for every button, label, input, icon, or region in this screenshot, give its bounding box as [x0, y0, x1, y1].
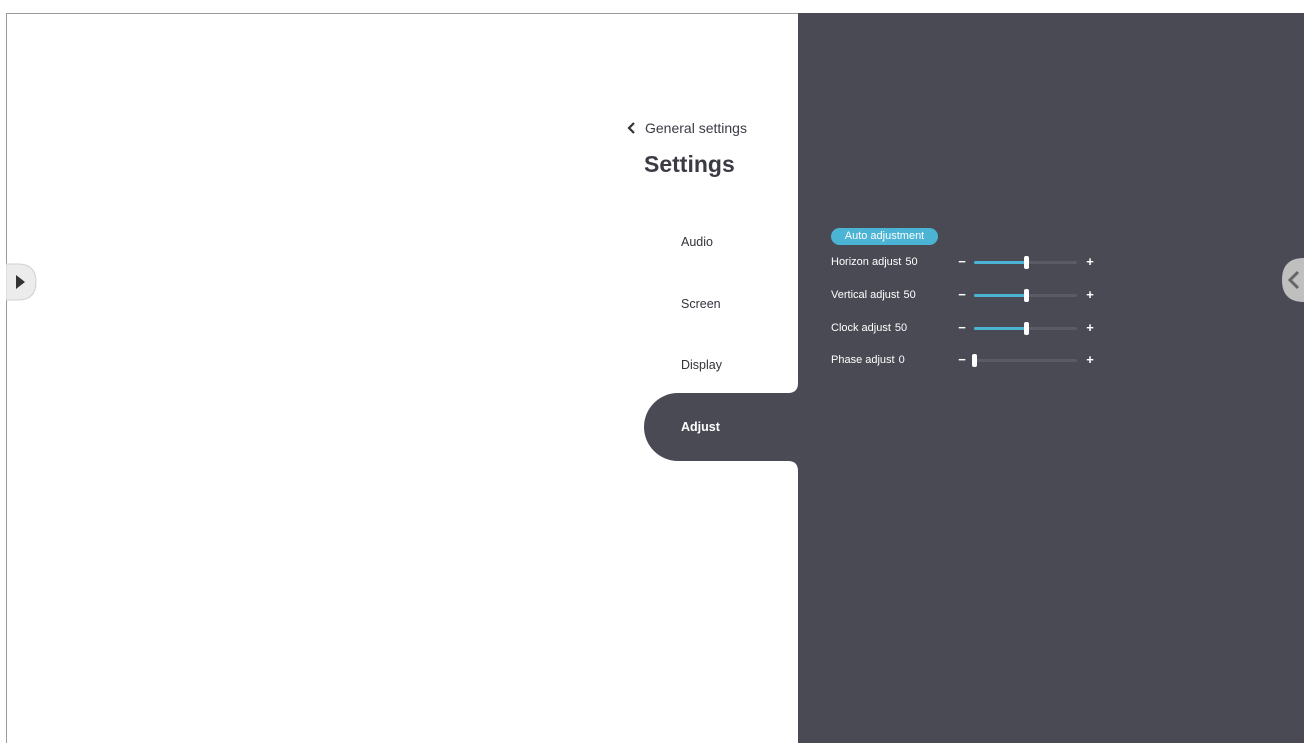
menu-item-adjust[interactable]: Adjust	[681, 420, 720, 434]
clock-decrease-button[interactable]: −	[957, 320, 967, 336]
menu-item-screen[interactable]: Screen	[681, 297, 721, 311]
vertical-adjust-value: 50	[903, 289, 916, 301]
clock-adjust-value: 50	[894, 322, 908, 334]
vertical-adjust-row: Vertical adjust 50 − +	[831, 287, 1101, 303]
slider-fill	[974, 327, 1026, 330]
horizon-adjust-row: Horizon adjust 50 − +	[831, 254, 1101, 270]
phase-increase-button[interactable]: +	[1084, 352, 1096, 368]
back-label: General settings	[645, 120, 747, 136]
clock-adjust-row: Clock adjust 50 − +	[831, 320, 1101, 336]
horizon-decrease-button[interactable]: −	[957, 254, 967, 270]
phase-adjust-value: 0	[898, 354, 905, 366]
adjust-panel	[798, 13, 1304, 743]
vertical-decrease-button[interactable]: −	[957, 287, 967, 303]
phase-adjust-slider[interactable]	[972, 354, 1077, 367]
vertical-adjust-slider[interactable]	[974, 289, 1077, 302]
frame-left-border	[6, 13, 7, 743]
back-button[interactable]: General settings	[625, 118, 747, 138]
menu-item-audio[interactable]: Audio	[681, 235, 713, 249]
vertical-adjust-label: Vertical adjust 50	[831, 289, 916, 301]
active-tab-shape	[644, 370, 800, 490]
collapse-arrow-icon[interactable]	[1282, 258, 1304, 302]
phase-adjust-label: Phase adjust 0	[831, 354, 905, 366]
slider-thumb[interactable]	[1023, 256, 1029, 269]
chevron-left-icon	[627, 122, 635, 134]
page-title: Settings	[644, 151, 735, 177]
phase-adjust-row: Phase adjust 0 − +	[831, 352, 1101, 368]
horizon-adjust-slider[interactable]	[974, 256, 1077, 269]
slider-thumb[interactable]	[1023, 289, 1029, 302]
auto-adjustment-button[interactable]: Auto adjustment	[831, 228, 938, 245]
slider-fill	[974, 294, 1026, 297]
top-margin	[0, 0, 1304, 13]
frame-top-border	[6, 13, 798, 14]
slider-fill	[974, 261, 1026, 264]
settings-screen: General settings Settings Audio Screen D…	[0, 0, 1304, 743]
vertical-increase-button[interactable]: +	[1084, 287, 1096, 303]
horizon-increase-button[interactable]: +	[1084, 254, 1096, 270]
horizon-adjust-value: 50	[905, 256, 918, 268]
menu-item-display[interactable]: Display	[681, 358, 722, 372]
clock-adjust-slider[interactable]	[974, 322, 1077, 335]
slider-thumb[interactable]	[972, 354, 977, 367]
phase-decrease-button[interactable]: −	[957, 352, 967, 368]
horizon-adjust-label: Horizon adjust 50	[831, 256, 918, 268]
slider-thumb[interactable]	[1023, 322, 1029, 335]
expand-arrow-icon[interactable]	[6, 262, 40, 302]
clock-increase-button[interactable]: +	[1084, 320, 1096, 336]
clock-adjust-label: Clock adjust 50	[831, 322, 908, 334]
